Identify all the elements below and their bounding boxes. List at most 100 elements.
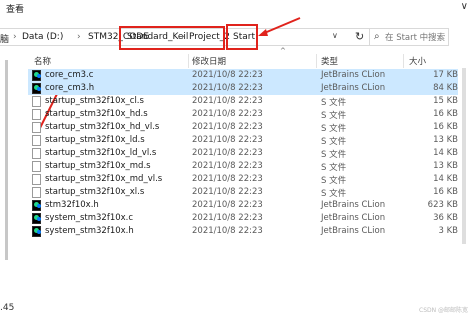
clion-file-icon — [32, 226, 41, 237]
file-type: S 文件 — [321, 176, 347, 186]
clion-file-icon — [32, 200, 41, 211]
file-name: startup_stm32f10x_md.s — [45, 161, 151, 171]
file-list-scrollbar[interactable] — [462, 68, 466, 244]
file-row[interactable]: startup_stm32f10x_hd_vl.s 2021/10/8 22:2… — [28, 121, 458, 134]
file-name: stm32f10x.h — [45, 200, 99, 210]
file-date: 2021/10/8 22:23 — [192, 70, 263, 80]
column-header-size[interactable]: 大小 — [409, 55, 426, 67]
menu-view[interactable]: 查看 — [6, 2, 24, 15]
file-name: startup_stm32f10x_ld.s — [45, 135, 145, 145]
annotation-box-breadcrumb — [119, 26, 225, 50]
file-type: JetBrains CLion — [321, 83, 386, 93]
file-row[interactable]: core_cm3.h 2021/10/8 22:23 JetBrains CLi… — [28, 82, 458, 95]
file-name: startup_stm32f10x_xl.s — [45, 187, 145, 197]
file-type: JetBrains CLion — [321, 200, 386, 210]
file-type: JetBrains CLion — [321, 226, 386, 236]
menu-bar: 查看 ∨ — [0, 0, 474, 15]
watermark: CSDN @邮邮陈宽 — [419, 307, 469, 314]
file-date: 2021/10/8 22:23 — [192, 226, 263, 236]
address-history-dropdown-icon[interactable]: ∨ — [332, 31, 338, 40]
chevron-right-icon: › — [13, 32, 17, 42]
file-size: 16 KB — [433, 122, 458, 132]
chevron-right-icon: › — [77, 32, 81, 42]
file-name: startup_stm32f10x_hd_vl.s — [45, 122, 160, 132]
file-size: 17 KB — [433, 70, 458, 80]
file-name: system_stm32f10x.c — [45, 213, 134, 223]
file-date: 2021/10/8 22:23 — [192, 161, 263, 171]
column-header-name[interactable]: 名称 — [34, 55, 51, 67]
clion-file-icon — [32, 70, 41, 81]
file-date: 2021/10/8 22:23 — [192, 96, 263, 106]
file-type: JetBrains CLion — [321, 213, 386, 223]
file-row[interactable]: startup_stm32f10x_ld_vl.s 2021/10/8 22:2… — [28, 147, 458, 160]
refresh-icon[interactable]: ↻ — [355, 30, 364, 43]
column-header-type[interactable]: 类型 — [321, 55, 338, 67]
file-row[interactable]: startup_stm32f10x_xl.s 2021/10/8 22:23 S… — [28, 186, 458, 199]
search-input[interactable] — [385, 31, 447, 44]
file-row[interactable]: startup_stm32f10x_md.s 2021/10/8 22:23 S… — [28, 160, 458, 173]
file-size: 3 KB — [438, 226, 458, 236]
file-name: startup_stm32f10x_hd.s — [45, 109, 148, 119]
file-name: startup_stm32f10x_ld_vl.s — [45, 148, 157, 158]
file-row[interactable]: startup_stm32f10x_cl.s 2021/10/8 22:23 S… — [28, 95, 458, 108]
file-row[interactable]: startup_stm32f10x_ld.s 2021/10/8 22:23 S… — [28, 134, 458, 147]
navigation-item-fragment: .45 — [0, 303, 15, 313]
file-icon — [32, 135, 41, 146]
ribbon-collapse-icon[interactable]: ∨ — [461, 1, 468, 12]
file-name: core_cm3.h — [45, 83, 95, 93]
clion-file-icon — [32, 213, 41, 224]
file-type: JetBrains CLion — [321, 70, 386, 80]
file-date: 2021/10/8 22:23 — [192, 174, 263, 184]
file-row[interactable]: startup_stm32f10x_md_vl.s 2021/10/8 22:2… — [28, 173, 458, 186]
file-name: startup_stm32f10x_md_vl.s — [45, 174, 163, 184]
navigation-item-number: 45 — [2, 303, 15, 313]
file-name: core_cm3.c — [45, 70, 94, 80]
file-icon — [32, 148, 41, 159]
file-date: 2021/10/8 22:23 — [192, 200, 263, 210]
file-row[interactable]: stm32f10x.h 2021/10/8 22:23 JetBrains CL… — [28, 199, 458, 212]
search-box[interactable]: ⌕ — [369, 28, 449, 46]
file-size: 16 KB — [433, 187, 458, 197]
column-header-date[interactable]: 修改日期 — [192, 55, 226, 67]
annotation-box-start — [226, 24, 258, 50]
file-size: 13 KB — [433, 135, 458, 145]
column-divider[interactable] — [403, 54, 404, 68]
file-icon — [32, 187, 41, 198]
clion-file-icon — [32, 83, 41, 94]
search-icon: ⌕ — [374, 31, 380, 42]
file-size: 16 KB — [433, 109, 458, 119]
file-date: 2021/10/8 22:23 — [192, 187, 263, 197]
column-header-row: 名称 修改日期 类型 大小 — [28, 54, 458, 68]
column-divider[interactable] — [316, 54, 317, 68]
file-size: 15 KB — [433, 96, 458, 106]
file-icon — [32, 122, 41, 133]
file-row[interactable]: system_stm32f10x.h 2021/10/8 22:23 JetBr… — [28, 225, 458, 238]
file-type: S 文件 — [321, 98, 347, 108]
file-icon — [32, 96, 41, 107]
navigation-scrollbar[interactable] — [5, 60, 8, 260]
breadcrumb-item-data-drive[interactable]: Data (D:) — [22, 32, 63, 42]
file-name: startup_stm32f10x_cl.s — [45, 96, 144, 106]
file-type: S 文件 — [321, 163, 347, 173]
file-size: 14 KB — [433, 174, 458, 184]
file-date: 2021/10/8 22:23 — [192, 135, 263, 145]
file-type: S 文件 — [321, 150, 347, 160]
column-divider[interactable] — [188, 54, 189, 68]
file-icon — [32, 174, 41, 185]
file-size: 36 KB — [433, 213, 458, 223]
file-row[interactable]: core_cm3.c 2021/10/8 22:23 JetBrains CLi… — [28, 69, 458, 82]
file-icon — [32, 161, 41, 172]
file-type: S 文件 — [321, 111, 347, 121]
file-size: 623 KB — [427, 200, 458, 210]
file-size: 14 KB — [433, 148, 458, 158]
file-size: 13 KB — [433, 161, 458, 171]
file-row[interactable]: system_stm32f10x.c 2021/10/8 22:23 JetBr… — [28, 212, 458, 225]
file-date: 2021/10/8 22:23 — [192, 122, 263, 132]
file-row[interactable]: startup_stm32f10x_hd.s 2021/10/8 22:23 S… — [28, 108, 458, 121]
file-name: system_stm32f10x.h — [45, 226, 134, 236]
file-size: 84 KB — [433, 83, 458, 93]
breadcrumb-partial: 脑 — [0, 35, 10, 45]
file-type: S 文件 — [321, 137, 347, 147]
file-date: 2021/10/8 22:23 — [192, 148, 263, 158]
file-icon — [32, 109, 41, 120]
